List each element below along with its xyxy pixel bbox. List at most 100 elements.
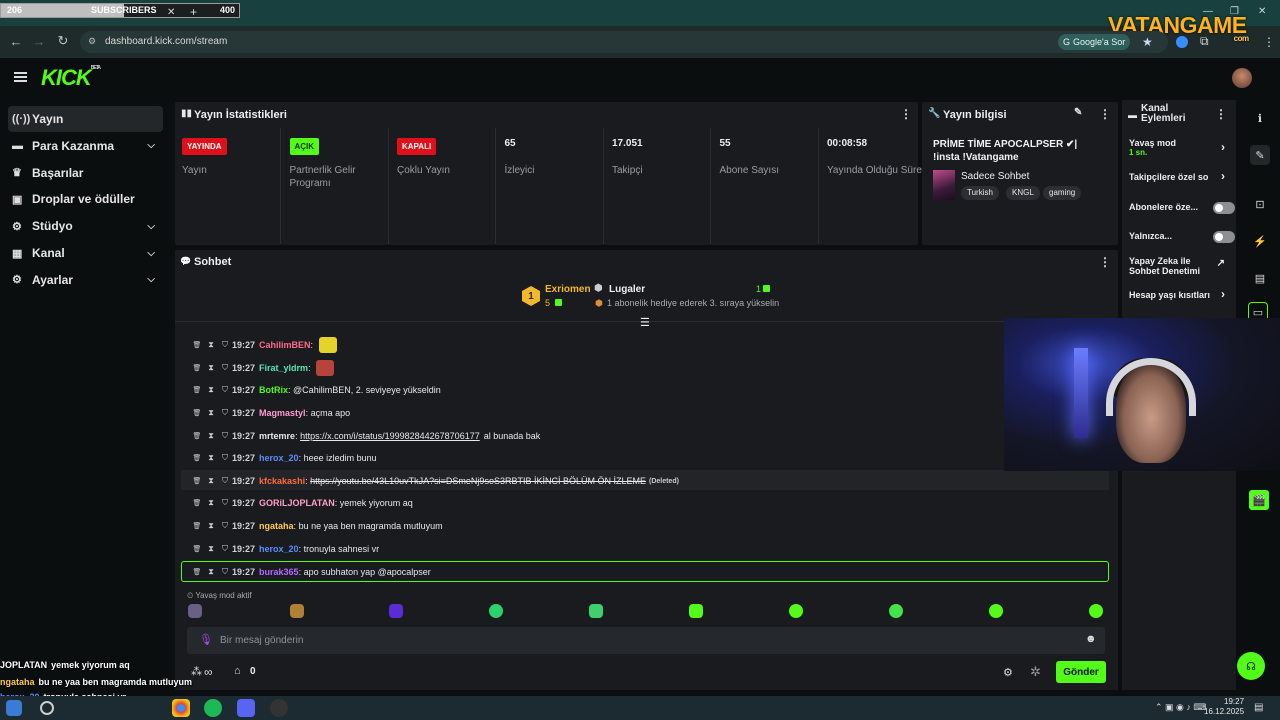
timeout-icon[interactable]: ⧗ xyxy=(204,431,218,441)
message-user[interactable]: ngataha xyxy=(259,521,294,531)
kick-logo[interactable]: KICKBETA xyxy=(41,65,101,91)
delete-icon[interactable]: 🗑 xyxy=(190,364,204,372)
action-0[interactable]: Yavaş mod 1 sn. › xyxy=(1129,138,1229,158)
delete-icon[interactable]: 🗑 xyxy=(190,477,204,485)
search-icon[interactable] xyxy=(40,701,54,715)
emote-8[interactable] xyxy=(889,604,903,618)
send-button[interactable]: Gönder xyxy=(1056,661,1106,683)
delete-icon[interactable]: 🗑 xyxy=(190,341,204,349)
ban-icon[interactable]: ⛉ xyxy=(218,385,232,395)
ban-icon[interactable]: ⛉ xyxy=(218,363,232,373)
obs-icon[interactable] xyxy=(270,699,288,717)
ban-icon[interactable]: ⛉ xyxy=(218,498,232,508)
emote-1[interactable] xyxy=(188,604,202,618)
emote-6[interactable] xyxy=(689,604,703,618)
sidebar-item-6[interactable]: ⚙ Ayarlar ⌵ xyxy=(8,267,163,293)
message-user[interactable]: BotRix xyxy=(259,385,288,395)
bookmark-star-icon[interactable]: ★ xyxy=(1142,35,1153,49)
sidebar-item-2[interactable]: ♛ Başarılar xyxy=(8,160,163,186)
clapper-icon[interactable]: 🎬 xyxy=(1249,490,1269,510)
tag-kngl[interactable]: KNGL xyxy=(1006,186,1040,200)
emote-2[interactable] xyxy=(290,604,304,618)
clock[interactable]: 19:27 16.12.2025 xyxy=(1204,697,1244,717)
delete-icon[interactable]: 🗑 xyxy=(190,409,204,417)
sidebar-item-1[interactable]: ▬ Para Kazanma ⌵ xyxy=(8,133,163,159)
toggle-switch[interactable] xyxy=(1213,202,1235,214)
ban-icon[interactable]: ⛉ xyxy=(218,544,232,554)
support-headset-icon[interactable]: ☊ xyxy=(1237,652,1265,680)
message-link[interactable]: https://x.com/i/status/19998284426787061… xyxy=(300,431,480,441)
store-icon[interactable]: ⌂ xyxy=(234,665,241,677)
action-3[interactable]: Yalnızca... xyxy=(1129,231,1235,243)
forward-icon[interactable]: → xyxy=(31,33,47,49)
stream-info-menu-icon[interactable]: ⋮ xyxy=(1099,107,1111,121)
timeout-icon[interactable]: ⧗ xyxy=(204,498,218,508)
ban-icon[interactable]: ⛉ xyxy=(218,408,232,418)
bolt-icon[interactable]: ⚡ xyxy=(1250,231,1270,251)
delete-icon[interactable]: 🗑 xyxy=(190,499,204,507)
menu-icon[interactable] xyxy=(14,72,27,82)
back-icon[interactable]: ← xyxy=(8,33,24,49)
action-1[interactable]: Takipçilere özel so › xyxy=(1129,170,1229,182)
info-icon[interactable]: ℹ xyxy=(1250,108,1270,128)
timeout-icon[interactable]: ⧗ xyxy=(204,476,218,486)
browser-menu-icon[interactable]: ⋮ xyxy=(1263,35,1275,49)
message-user[interactable]: herox_20 xyxy=(259,453,299,463)
tab-close-icon[interactable]: ✕ xyxy=(167,7,175,18)
ban-icon[interactable]: ⛉ xyxy=(218,476,232,486)
leader-first-name[interactable]: Exriomen xyxy=(545,284,591,295)
delete-icon[interactable]: 🗑 xyxy=(190,545,204,553)
timeout-icon[interactable]: ⧗ xyxy=(204,521,218,531)
message-user[interactable]: herox_20 xyxy=(259,544,299,554)
google-ask-chip[interactable]: G Google'a Sor xyxy=(1058,34,1131,50)
emote-4[interactable] xyxy=(489,604,503,618)
notification-icon[interactable]: ▤ xyxy=(1254,702,1263,713)
chat-input[interactable] xyxy=(187,627,1105,654)
chat-menu-icon[interactable]: ⋮ xyxy=(1099,255,1111,269)
sidebar-item-5[interactable]: ▦ Kanal ⌵ xyxy=(8,240,163,266)
ban-icon[interactable]: ⛉ xyxy=(218,340,232,350)
action-4[interactable]: Yapay Zeka ile Sohbet Denetimi ↗ xyxy=(1129,256,1229,276)
message-user[interactable]: CahilimBEN xyxy=(259,340,311,350)
site-info-icon[interactable]: ⚙ xyxy=(88,36,96,47)
message-user[interactable]: Magmastyl xyxy=(259,408,306,418)
discord-icon[interactable] xyxy=(237,699,255,717)
sidebar-item-4[interactable]: ⚙ Stüdyo ⌵ xyxy=(8,213,163,239)
channel-actions-menu-icon[interactable]: ⋮ xyxy=(1215,107,1227,121)
delete-icon[interactable]: 🗑 xyxy=(190,386,204,394)
tag-gaming[interactable]: gaming xyxy=(1043,186,1082,200)
pencil-icon[interactable]: ✎ xyxy=(1250,145,1270,165)
mod-settings-icon[interactable]: ✲ xyxy=(1030,664,1041,680)
toggle-switch[interactable] xyxy=(1213,231,1235,243)
sidebar-item-0[interactable]: ((·)) Yayın xyxy=(8,106,163,132)
emote-10[interactable] xyxy=(1089,604,1103,618)
message-user[interactable]: mrtemre xyxy=(259,431,295,441)
reload-icon[interactable]: ↻ xyxy=(55,33,71,49)
stats-menu-icon[interactable]: ⋮ xyxy=(900,107,912,121)
message-user[interactable]: kfckakashi xyxy=(259,476,305,486)
action-2[interactable]: Abonelere öze... xyxy=(1129,202,1235,214)
delete-icon[interactable]: 🗑 xyxy=(190,454,204,462)
address-bar[interactable] xyxy=(80,31,1168,53)
chat-settings-icon[interactable]: ⚙ xyxy=(1003,666,1013,679)
chrome-icon[interactable] xyxy=(172,699,190,717)
extensions-puzzle-icon[interactable]: ⧉ xyxy=(1200,34,1209,49)
delete-icon[interactable]: 🗑 xyxy=(190,568,204,576)
document-icon[interactable]: ▤ xyxy=(1250,268,1270,288)
timeout-icon[interactable]: ⧗ xyxy=(204,363,218,373)
category-thumbnail[interactable] xyxy=(933,170,955,200)
emote-3[interactable] xyxy=(389,604,403,618)
sidebar-item-3[interactable]: ▣ Droplar ve ödüller xyxy=(8,186,163,212)
timeout-icon[interactable]: ⧗ xyxy=(204,453,218,463)
new-tab-icon[interactable]: + xyxy=(190,5,197,19)
ban-icon[interactable]: ⛉ xyxy=(218,431,232,441)
edit-icon[interactable]: ✎ xyxy=(1074,107,1082,118)
emoji-icon[interactable]: ☻ xyxy=(1085,633,1097,645)
action-5[interactable]: Hesap yaşı kısıtları › xyxy=(1129,288,1229,300)
pinned-toggle-icon[interactable]: ☰ xyxy=(640,316,650,329)
message-user[interactable]: burak365 xyxy=(259,567,299,577)
message-user[interactable]: GORiLJOPLATAN xyxy=(259,498,335,508)
emote-9[interactable] xyxy=(989,604,1003,618)
delete-icon[interactable]: 🗑 xyxy=(190,522,204,530)
extension-icon[interactable] xyxy=(1176,36,1188,48)
